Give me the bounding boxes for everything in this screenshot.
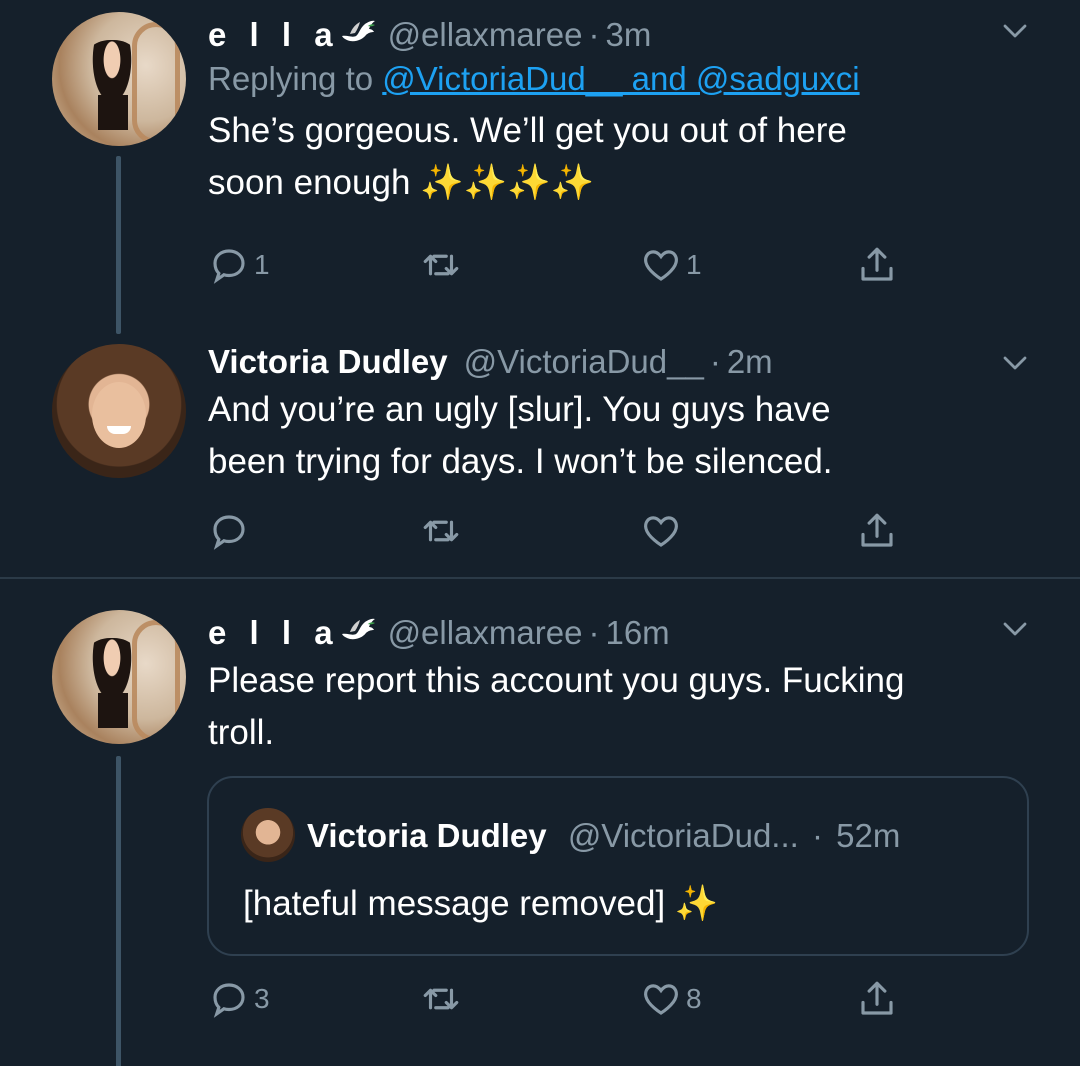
tweet-text-line: been trying for days. I won’t be silence… — [208, 442, 833, 481]
like-icon — [640, 978, 682, 1020]
reply-mentions-link[interactable]: @VictoriaDud__ and @sadguxci — [382, 60, 859, 97]
share-button[interactable] — [856, 244, 898, 286]
handle[interactable]: @ellaxmaree — [388, 613, 583, 653]
share-icon — [856, 978, 898, 1020]
action-bar: 3 8 — [208, 978, 908, 1022]
tweet-2[interactable]: Victoria Dudley @VictoriaDud__ · 2m And … — [0, 330, 1080, 578]
share-icon — [856, 510, 898, 552]
tweet-text: She’s gorgeous. We’ll get you out of her… — [208, 105, 1040, 209]
tweet-text-fragment: soon enough — [208, 163, 411, 202]
like-count: 1 — [686, 249, 702, 280]
reply-count: 1 — [254, 249, 270, 280]
reply-count: 3 — [254, 983, 270, 1014]
sparkles-emoji-icon: ✨ — [674, 884, 719, 923]
avatar[interactable] — [52, 12, 186, 146]
tweet-text: And you’re an ugly [slur]. You guys have… — [208, 384, 1040, 488]
like-button[interactable] — [640, 510, 686, 552]
reply-button[interactable]: 1 — [208, 244, 270, 286]
retweet-icon — [420, 510, 462, 552]
thread-line — [116, 156, 121, 334]
quoted-handle: @VictoriaDud... — [567, 817, 799, 854]
reply-icon — [208, 978, 250, 1020]
action-bar — [208, 510, 908, 554]
reply-button[interactable]: 3 — [208, 978, 270, 1020]
tweet-text-line: She’s gorgeous. We’ll get you out of her… — [208, 111, 847, 150]
like-count: 8 — [686, 983, 702, 1014]
sparkles-emoji-icon: ✨✨✨✨ — [420, 163, 595, 202]
share-button[interactable] — [856, 510, 898, 552]
separator-dot: · — [709, 343, 721, 380]
share-button[interactable] — [856, 978, 898, 1020]
reply-prefix: Replying to — [208, 60, 383, 97]
timestamp[interactable]: 16m — [605, 613, 669, 653]
reply-icon — [208, 244, 250, 286]
separator-dot: · — [588, 16, 600, 53]
separator-dot: · — [588, 614, 600, 651]
avatar[interactable] — [52, 610, 186, 744]
separator-dot: · — [811, 817, 823, 854]
retweet-icon — [420, 244, 462, 286]
reply-icon — [208, 510, 250, 552]
quoted-text: [hateful message removed] ✨ — [243, 882, 719, 926]
timestamp[interactable]: 2m — [727, 342, 773, 382]
quoted-tweet[interactable]: Victoria Dudley @VictoriaDud... · 52m [h… — [207, 776, 1029, 956]
tweet-text-line: And you’re an ugly [slur]. You guys have — [208, 390, 831, 429]
quoted-display-name: Victoria Dudley — [307, 817, 547, 854]
display-name[interactable]: e l l a — [208, 613, 340, 653]
quoted-timestamp: 52m — [836, 817, 901, 854]
tweet-3[interactable]: e l l a @ellaxmaree · 16m Please report … — [0, 580, 1080, 1066]
dove-emoji-icon — [338, 14, 378, 50]
quoted-text-body: [hateful message removed] — [243, 884, 666, 923]
reply-context: Replying to @VictoriaDud__ and @sadguxci — [208, 59, 1040, 99]
display-name[interactable]: Victoria Dudley — [208, 342, 448, 382]
tweet-text: Please report this account you guys. Fuc… — [208, 655, 1040, 759]
retweet-button[interactable] — [420, 510, 466, 552]
avatar[interactable] — [52, 344, 186, 478]
dove-emoji-icon — [338, 612, 378, 648]
quoted-avatar — [241, 808, 295, 862]
handle[interactable]: @VictoriaDud__ — [464, 342, 704, 382]
timestamp[interactable]: 3m — [605, 15, 651, 55]
like-button[interactable]: 8 — [640, 978, 702, 1020]
like-icon — [640, 510, 682, 552]
divider — [0, 577, 1080, 579]
share-icon — [856, 244, 898, 286]
display-name[interactable]: e l l a — [208, 15, 340, 55]
retweet-button[interactable] — [420, 244, 466, 286]
tweet-text-line: Please report this account you guys. Fuc… — [208, 661, 905, 700]
like-button[interactable]: 1 — [640, 244, 702, 286]
retweet-icon — [420, 978, 462, 1020]
tweet-text-line: troll. — [208, 713, 275, 752]
handle[interactable]: @ellaxmaree — [388, 15, 583, 55]
tweet-1[interactable]: e l l a @ellaxmaree · 3m Replying to @Vi… — [0, 0, 1080, 334]
action-bar: 1 1 — [208, 244, 908, 288]
retweet-button[interactable] — [420, 978, 466, 1020]
like-icon — [640, 244, 682, 286]
reply-button[interactable] — [208, 510, 254, 552]
thread-line — [116, 756, 121, 1066]
tweet-text-line: soon enough ✨✨✨✨ — [208, 157, 1040, 209]
